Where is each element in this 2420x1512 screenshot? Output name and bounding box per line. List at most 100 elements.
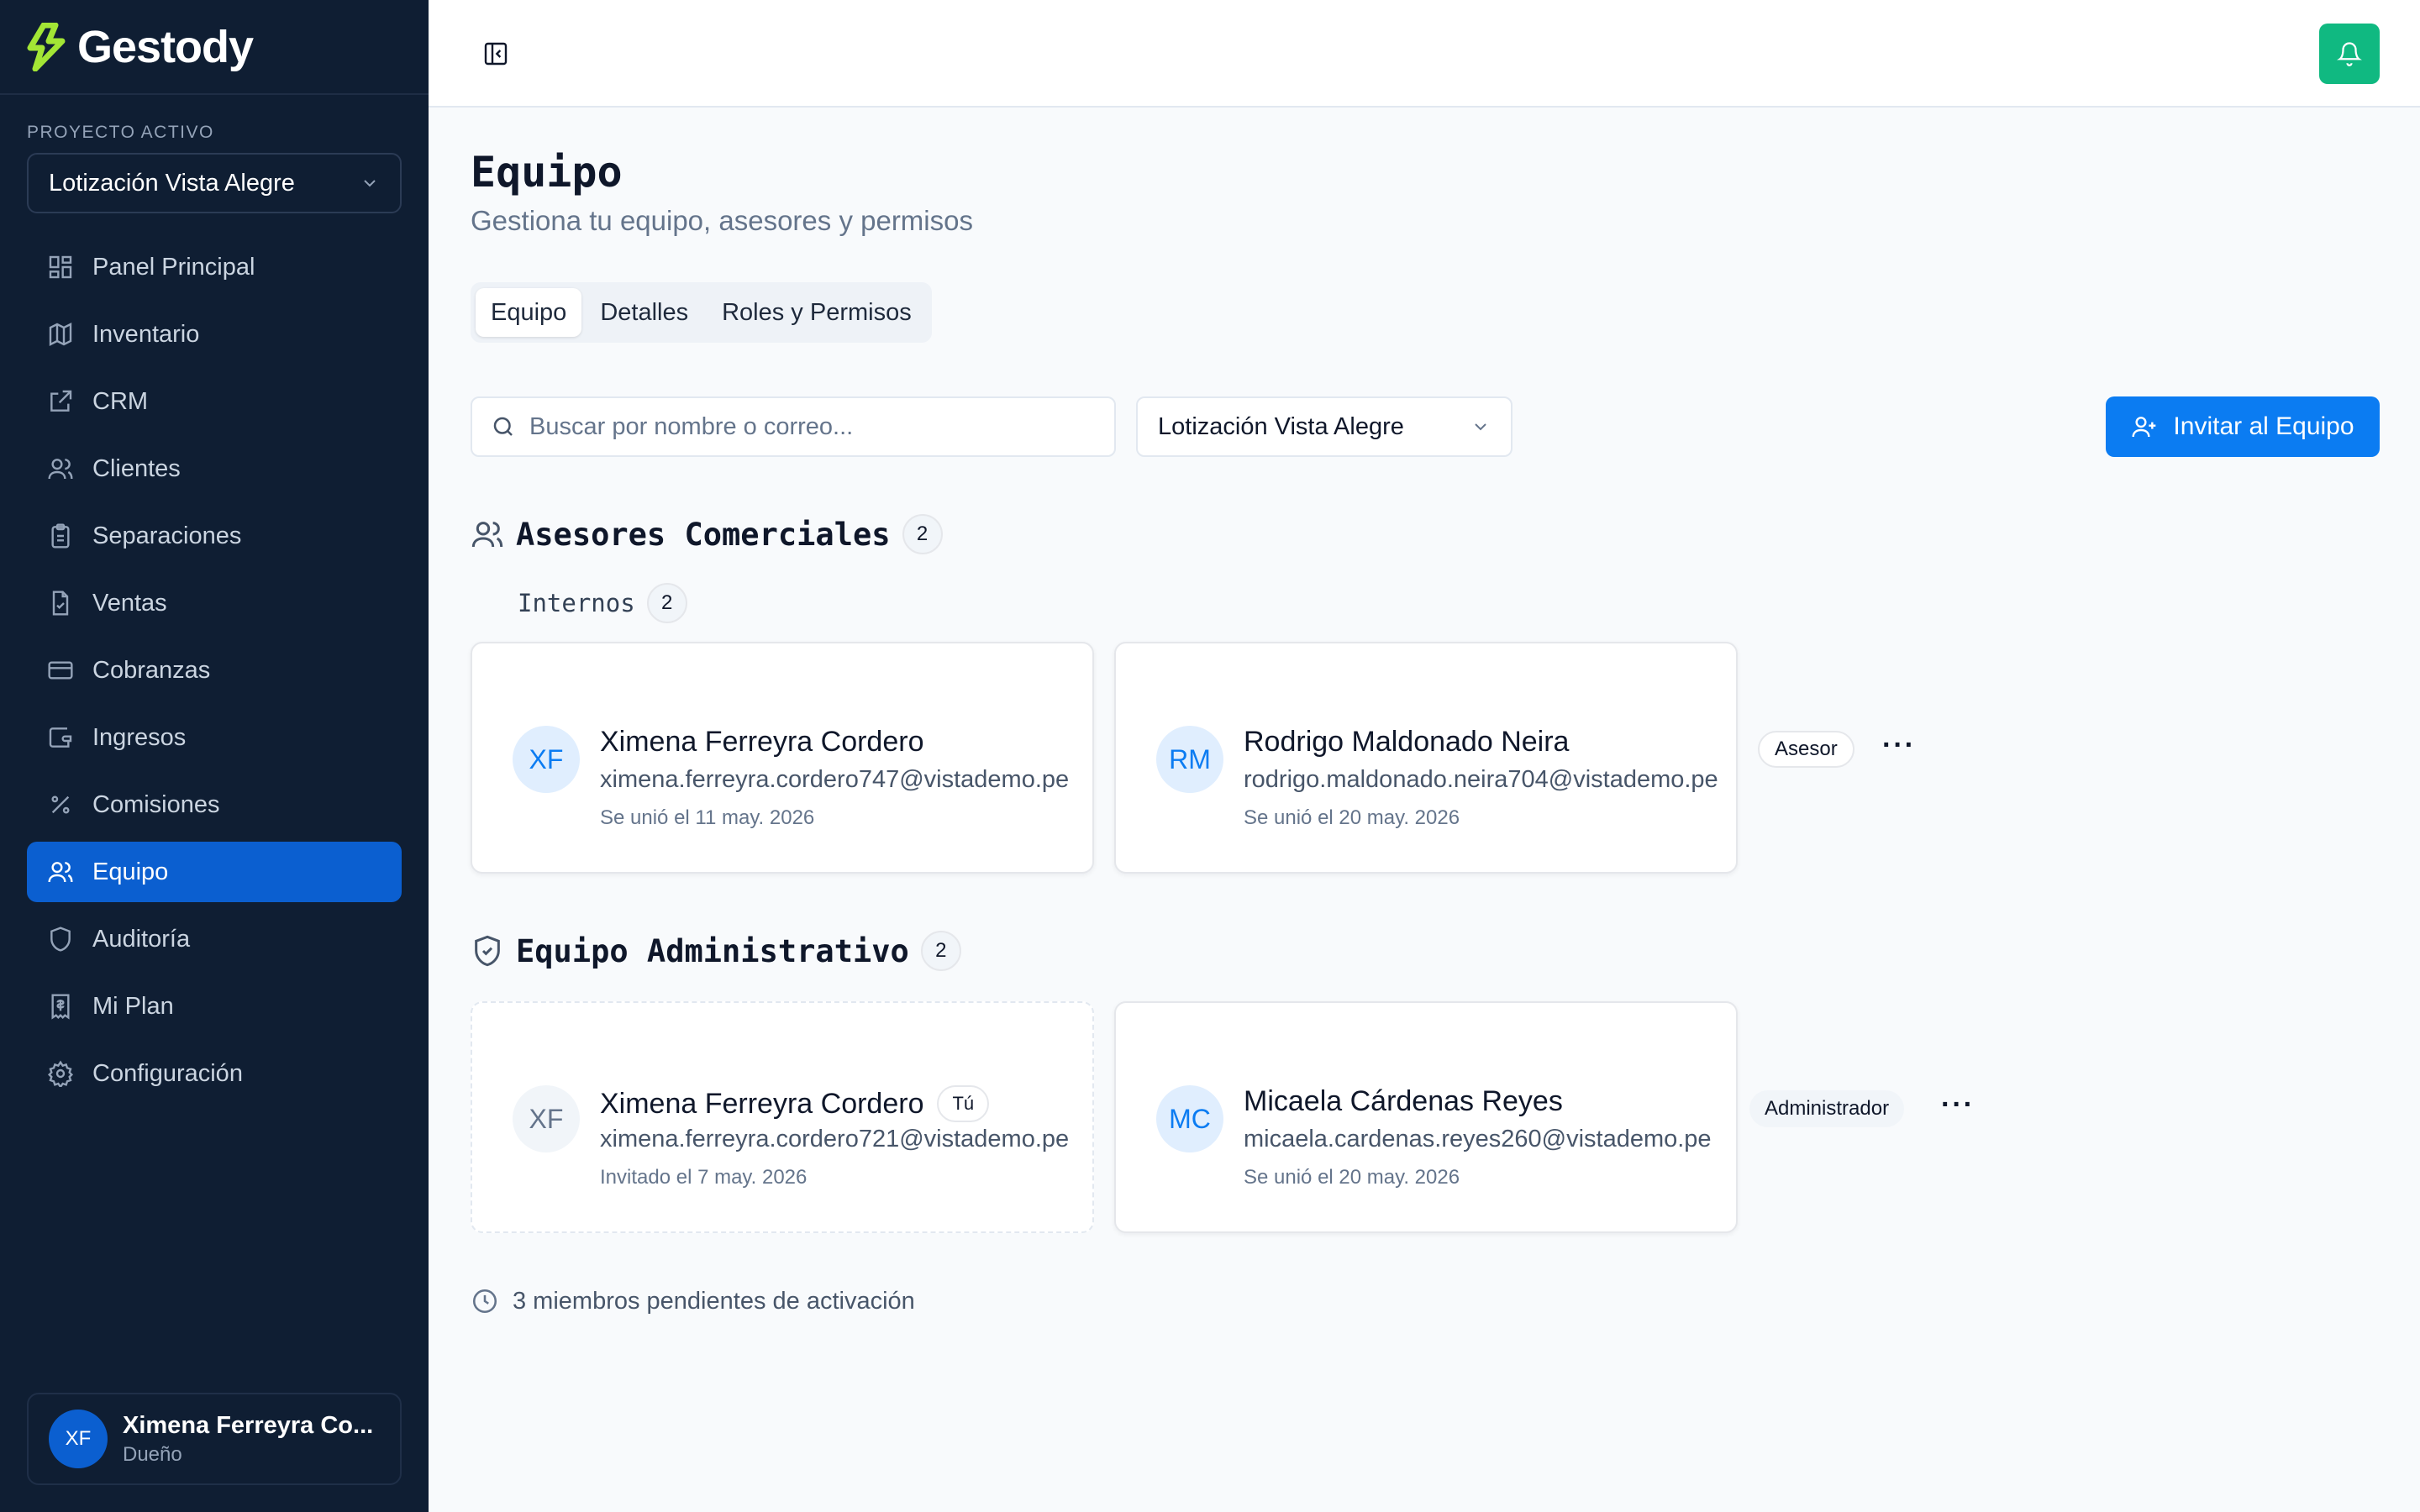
member-name-text: Ximena Ferreyra Cordero xyxy=(600,726,924,758)
member-email: ximena.ferreyra.cordero747@vistademo.pe xyxy=(600,766,1070,793)
bell-icon xyxy=(2337,42,2362,66)
pending-text: 3 miembros pendientes de activación xyxy=(513,1287,915,1315)
subgroup-title: Internos xyxy=(518,589,635,617)
project-select-value: Lotización Vista Alegre xyxy=(49,169,295,197)
you-badge: Tú xyxy=(937,1085,990,1122)
sidebar-item-crm[interactable]: CRM xyxy=(27,371,402,432)
section-title: Equipo Administrativo xyxy=(516,932,909,969)
project-filter-select[interactable]: Lotización Vista Alegre xyxy=(1136,396,1512,457)
member-date: Se unió el 11 may. 2026 xyxy=(600,806,815,829)
more-actions-button[interactable]: ··· xyxy=(1882,729,1916,762)
member-date: Se unió el 20 may. 2026 xyxy=(1244,806,1460,829)
count-badge: 2 xyxy=(920,931,961,971)
collapse-sidebar-button[interactable] xyxy=(479,37,513,71)
sidebar-item-label: Configuración xyxy=(92,1059,243,1087)
member-name: Rodrigo Maldonado Neira xyxy=(1244,726,1569,759)
sidebar-item-configuracion[interactable]: Configuración xyxy=(27,1043,402,1104)
sidebar-item-label: Clientes xyxy=(92,454,181,482)
pending-activation-notice: 3 miembros pendientes de activación xyxy=(471,1287,915,1315)
sidebar-item-label: Ingresos xyxy=(92,723,187,751)
avatar: XF xyxy=(513,726,580,793)
sidebar-nav: Panel Principal Inventario CRM Clientes … xyxy=(27,237,402,1110)
percent-icon xyxy=(51,795,70,814)
file-check-icon xyxy=(52,591,69,616)
search-icon xyxy=(493,417,513,436)
receipt-icon xyxy=(51,994,70,1020)
users-icon xyxy=(471,522,503,548)
chevron-down-icon xyxy=(364,180,376,187)
project-label: PROYECTO ACTIVO xyxy=(27,123,214,142)
clipboard-icon xyxy=(51,523,70,549)
gestody-logo-icon xyxy=(27,23,66,71)
search-box xyxy=(471,396,1116,457)
user-plus-icon xyxy=(2132,417,2156,438)
tab-roles-permisos[interactable]: Roles y Permisos xyxy=(707,288,927,337)
sidebar-item-label: Mi Plan xyxy=(92,992,174,1020)
shield-icon xyxy=(50,927,71,952)
section-title: Asesores Comerciales xyxy=(516,516,891,553)
member-card[interactable]: MC Micaela Cárdenas Reyes micaela.carden… xyxy=(1114,1001,1738,1233)
member-card[interactable]: XF Ximena Ferreyra Cordero ximena.ferrey… xyxy=(471,642,1094,874)
avatar: XF xyxy=(513,1085,580,1152)
sidebar-item-panel-principal[interactable]: Panel Principal xyxy=(27,237,402,297)
sidebar-item-ingresos[interactable]: Ingresos xyxy=(27,707,402,768)
avatar: MC xyxy=(1156,1085,1223,1152)
sidebar-item-mi-plan[interactable]: Mi Plan xyxy=(27,976,402,1037)
section-admin-header: Equipo Administrativo 2 xyxy=(471,931,961,971)
current-user-card[interactable]: XF Ximena Ferreyra Co... Dueño xyxy=(27,1393,402,1485)
shield-check-icon xyxy=(475,935,500,967)
credit-card-icon xyxy=(48,661,73,680)
tab-detalles[interactable]: Detalles xyxy=(585,288,703,337)
member-card[interactable]: RM Rodrigo Maldonado Neira rodrigo.maldo… xyxy=(1114,642,1738,874)
member-name: Micaela Cárdenas Reyes xyxy=(1244,1085,1563,1118)
count-badge: 2 xyxy=(646,583,687,623)
user-role: Dueño xyxy=(123,1442,182,1466)
sidebar-item-clientes[interactable]: Clientes xyxy=(27,438,402,499)
sidebar-item-label: Inventario xyxy=(92,320,200,348)
sidebar: Gestody PROYECTO ACTIVO Lotización Vista… xyxy=(0,0,429,1512)
sidebar-item-ventas[interactable]: Ventas xyxy=(27,573,402,633)
member-name-text: Ximena Ferreyra Cordero xyxy=(600,1087,924,1120)
member-email: micaela.cardenas.reyes260@vistademo.pe xyxy=(1244,1126,1712,1152)
clock-icon xyxy=(472,1289,497,1314)
project-select[interactable]: Lotización Vista Alegre xyxy=(27,153,402,213)
user-name: Ximena Ferreyra Co... xyxy=(123,1411,374,1439)
brand-logo[interactable]: Gestody xyxy=(25,20,254,74)
project-filter-value: Lotización Vista Alegre xyxy=(1158,412,1404,440)
sidebar-item-separaciones[interactable]: Separaciones xyxy=(27,506,402,566)
sidebar-item-auditoria[interactable]: Auditoría xyxy=(27,909,402,969)
avatar: RM xyxy=(1156,726,1223,793)
member-date: Se unió el 20 may. 2026 xyxy=(1244,1166,1460,1189)
notifications-button[interactable] xyxy=(2319,24,2380,84)
sidebar-item-label: Equipo xyxy=(92,858,169,885)
brand-name: Gestody xyxy=(77,22,254,72)
top-bar xyxy=(429,0,2420,108)
tab-equipo[interactable]: Equipo xyxy=(476,288,582,337)
sidebar-item-equipo[interactable]: Equipo xyxy=(27,842,402,902)
member-card[interactable]: XF Ximena Ferreyra Cordero Tú ximena.fer… xyxy=(471,1001,1094,1233)
team-icon xyxy=(48,862,73,883)
gear-icon xyxy=(47,1060,74,1087)
wallet-icon xyxy=(49,727,72,748)
sidebar-item-label: Ventas xyxy=(92,589,167,617)
member-name: Ximena Ferreyra Cordero xyxy=(600,726,923,759)
count-badge: 2 xyxy=(902,514,943,554)
search-input[interactable] xyxy=(529,412,1076,441)
map-icon xyxy=(49,323,72,346)
panel-left-icon xyxy=(484,42,508,66)
member-email: rodrigo.maldonado.neira704@vistademo.pe xyxy=(1244,766,1718,793)
sidebar-item-label: Separaciones xyxy=(92,522,242,549)
role-badge: Asesor xyxy=(1758,731,1854,768)
role-badge: Administrador xyxy=(1749,1090,1905,1127)
sidebar-item-label: Comisiones xyxy=(92,790,220,818)
sidebar-item-label: CRM xyxy=(92,387,149,415)
sidebar-item-comisiones[interactable]: Comisiones xyxy=(27,774,402,835)
external-link-icon xyxy=(50,390,72,412)
invite-team-button[interactable]: Invitar al Equipo xyxy=(2106,396,2380,457)
dashboard-icon xyxy=(49,255,72,279)
more-actions-button[interactable]: ··· xyxy=(1941,1089,1975,1121)
page-subtitle: Gestiona tu equipo, asesores y permisos xyxy=(471,205,973,236)
sidebar-item-inventario[interactable]: Inventario xyxy=(27,304,402,365)
sidebar-item-cobranzas[interactable]: Cobranzas xyxy=(27,640,402,701)
chevron-down-icon xyxy=(1475,423,1486,431)
